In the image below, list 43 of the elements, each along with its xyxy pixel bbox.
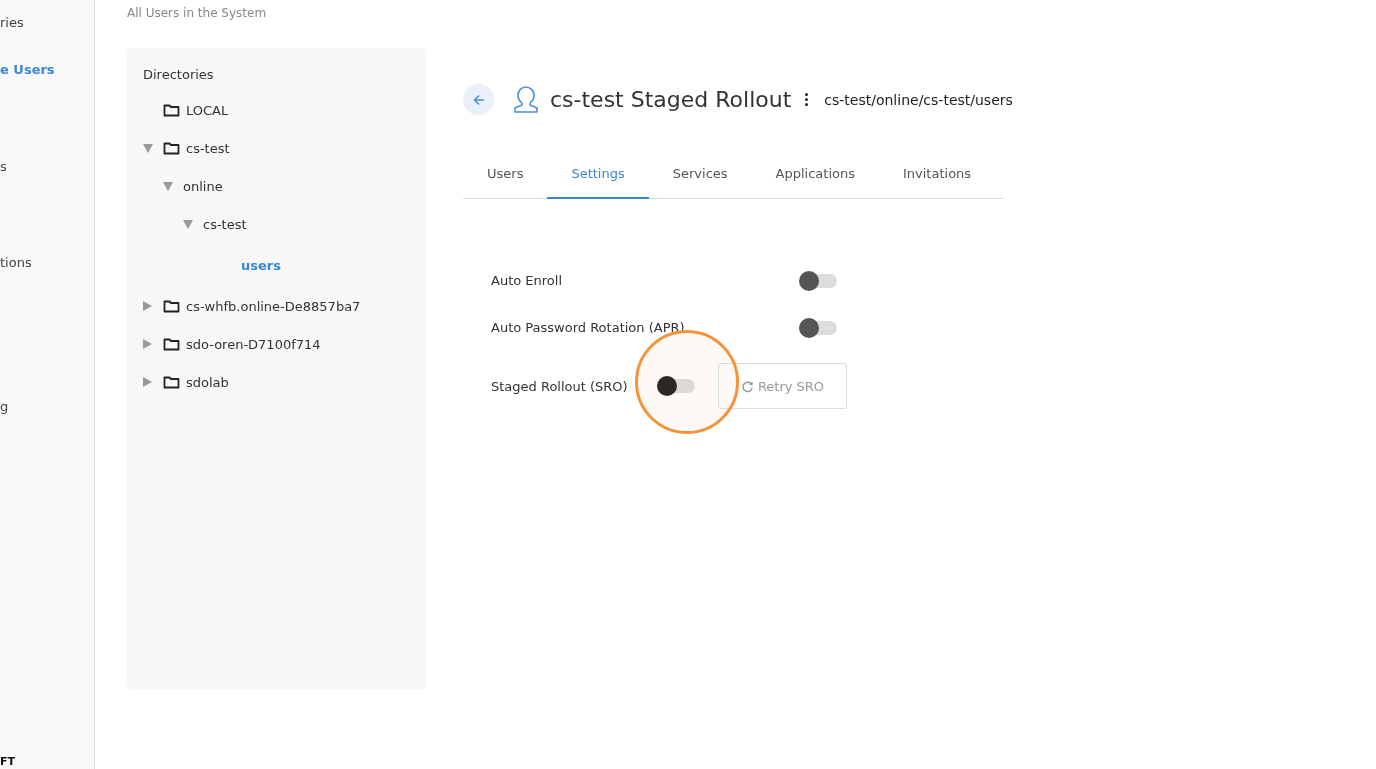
tree-item[interactable]: cs-test — [203, 216, 247, 232]
caret-down-icon[interactable] — [183, 219, 193, 229]
sidebar-item[interactable]: g — [0, 398, 9, 416]
tree-item[interactable]: LOCAL — [186, 102, 229, 118]
caret-right-icon[interactable] — [143, 301, 152, 311]
tree-item[interactable]: cs-test — [186, 140, 230, 156]
back-button[interactable] — [463, 84, 494, 115]
more-options-icon[interactable] — [805, 93, 809, 106]
folder-icon — [163, 299, 180, 313]
setting-label: Auto Password Rotation (APR) — [491, 320, 686, 335]
page-subtitle: All Users in the System — [127, 5, 267, 21]
tab[interactable]: Users — [463, 165, 548, 199]
user-icon — [512, 85, 540, 114]
sidebar-item[interactable]: e Users — [0, 61, 55, 79]
folder-icon — [163, 141, 180, 155]
tree-item[interactable]: online — [183, 178, 223, 194]
sidebar-item[interactable]: s — [0, 158, 7, 176]
page-title: cs-test Staged Rollout — [550, 87, 792, 112]
caret-down-icon[interactable] — [163, 181, 173, 191]
toggle-switch[interactable] — [659, 379, 695, 393]
tab[interactable]: Invitations — [879, 165, 996, 199]
tree-item[interactable]: sdo-oren-D7100f714 — [186, 336, 321, 352]
folder-icon — [163, 375, 180, 389]
toggle-switch[interactable] — [801, 273, 837, 288]
toggle-switch[interactable] — [801, 320, 837, 335]
folder-icon — [163, 103, 180, 117]
sidebar-item[interactable]: ries — [0, 14, 24, 32]
folder-icon — [163, 337, 180, 351]
back-arrow-icon[interactable] — [471, 92, 486, 107]
setting-label: Auto Enroll — [491, 273, 563, 288]
panel-title: Directories — [142, 66, 214, 84]
caret-right-icon[interactable] — [143, 377, 152, 387]
directory-path: cs-test/online/cs-test/users — [824, 91, 1013, 108]
caret-right-icon[interactable] — [143, 339, 152, 349]
sidebar-footer-text: FT — [0, 756, 16, 768]
sidebar-item[interactable]: tions — [0, 254, 32, 272]
tab[interactable]: Services — [648, 165, 752, 199]
tab[interactable]: Settings — [547, 165, 649, 199]
caret-down-icon[interactable] — [143, 143, 153, 153]
setting-label: Staged Rollout (SRO) — [491, 378, 629, 394]
tree-item[interactable]: sdolab — [186, 374, 229, 390]
tree-item[interactable]: cs-whfb.online-De8857ba7 — [186, 298, 361, 314]
tab[interactable]: Applications — [751, 165, 879, 199]
